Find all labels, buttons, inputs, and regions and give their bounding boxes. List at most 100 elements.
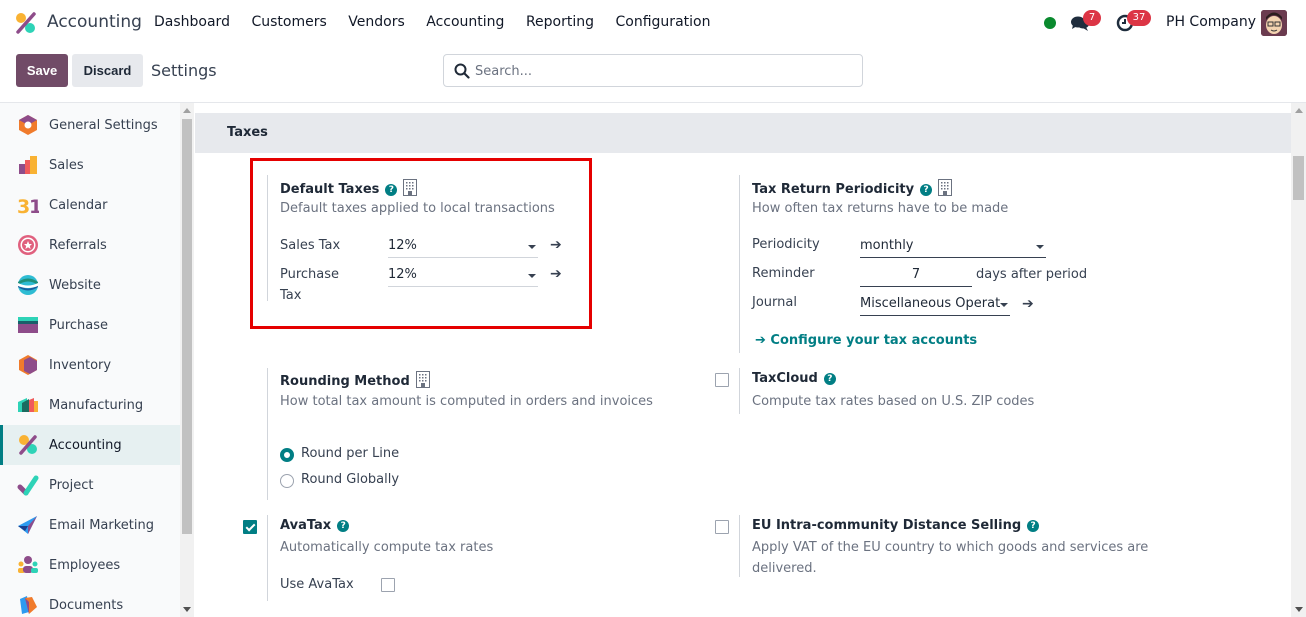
sidebar-item-calendar[interactable]: 31 Calendar [0,185,180,225]
project-icon [17,475,39,496]
sidebar-item-purchase[interactable]: Purchase [0,305,180,345]
sidebar-scrollbar[interactable] [180,103,194,617]
company-switcher[interactable]: PH Company [1166,14,1256,30]
avatax-title-text: AvaTax [280,518,332,533]
chevron-down-icon [528,274,536,278]
eu-distance-selling-checkbox[interactable] [715,520,729,534]
menu-vendors[interactable]: Vendors [348,14,404,30]
section-header-taxes: Taxes [195,113,1291,153]
journal-label: Journal [752,295,797,310]
help-icon[interactable]: ? [385,184,398,196]
chevron-down-icon [528,245,536,249]
sidebar-item-accounting[interactable]: Accounting [0,425,180,465]
sales-tax-value: 12% [388,238,417,253]
sidebar-item-sales[interactable]: Sales [0,145,180,185]
sidebar-item-label: Sales [49,157,84,173]
sidebar-scroll-thumb[interactable] [182,119,192,534]
help-icon[interactable]: ? [1027,520,1040,532]
scroll-down-icon[interactable] [183,607,191,612]
sidebar-item-employees[interactable]: Employees [0,545,180,585]
reminder-days-input[interactable]: 7 [860,263,972,287]
setting-divider [267,515,268,601]
scroll-down-icon[interactable] [1295,607,1303,612]
main-scrollbar[interactable] [1291,103,1306,617]
setting-taxcloud: TaxCloud? Compute tax rates based on U.S… [739,368,1139,420]
journal-select[interactable]: Miscellaneous Operat [860,292,1010,316]
menu-customers[interactable]: Customers [251,14,326,30]
sidebar-item-general-settings[interactable]: General Settings [0,105,180,145]
setting-divider [739,515,740,577]
purchase-tax-external-link-arrow-icon[interactable]: ➔ [550,266,562,282]
arrow-right-icon: ➔ [755,333,771,348]
svg-text:1: 1 [29,196,39,216]
rounding-method-title: Rounding Method [280,371,430,389]
menu-configuration[interactable]: Configuration [616,14,711,30]
search-input[interactable] [475,61,845,81]
sales-tax-external-link-arrow-icon[interactable]: ➔ [550,237,562,253]
tax-return-title-text: Tax Return Periodicity [752,182,915,197]
scroll-up-icon[interactable] [183,108,191,113]
avatax-title: AvaTax? [280,518,350,533]
menu-reporting[interactable]: Reporting [526,14,594,30]
menu-accounting[interactable]: Accounting [426,14,504,30]
main-menu: Dashboard Customers Vendors Accounting R… [154,14,732,30]
sidebar-item-label: Calendar [49,197,108,213]
radio-round-globally[interactable] [280,474,294,488]
taxcloud-checkbox[interactable] [715,373,729,387]
sidebar-item-referrals[interactable]: Referrals [0,225,180,265]
periodicity-value: monthly [860,238,914,253]
round-globally-label[interactable]: Round Globally [301,472,399,487]
menu-dashboard[interactable]: Dashboard [154,14,230,30]
search-icon [454,63,470,79]
reminder-suffix: days after period [976,267,1088,282]
discard-button[interactable]: Discard [72,54,143,87]
accounting-icon [19,435,37,455]
company-building-icon [938,179,953,196]
default-taxes-title: Default Taxes? [280,179,418,197]
taxcloud-title: TaxCloud? [752,371,836,386]
setting-avatax: AvaTax? Automatically compute tax rates … [267,515,667,605]
sidebar-item-label: Accounting [49,437,122,453]
sidebar-item-label: Employees [49,557,121,573]
sidebar-item-documents[interactable]: Documents [0,585,180,617]
configure-tax-accounts-link[interactable]: ➔ Configure your tax accounts [755,333,977,348]
radio-round-per-line[interactable] [280,448,294,462]
page-title: Settings [151,61,217,80]
inventory-icon [19,355,37,375]
sidebar-item-label: Email Marketing [49,517,154,533]
setting-divider [267,175,268,301]
round-per-line-label[interactable]: Round per Line [301,446,399,461]
settings-content: Taxes Default Taxes? Default taxes appli… [195,103,1291,617]
sidebar-item-project[interactable]: Project [0,465,180,505]
sales-tax-select[interactable]: 12% [388,234,538,258]
purchase-tax-value: 12% [388,267,417,282]
sidebar-item-email-marketing[interactable]: Email Marketing [0,505,180,545]
company-building-icon [415,371,430,388]
help-icon[interactable]: ? [823,373,836,385]
employees-icon [18,556,38,573]
help-icon[interactable]: ? [337,520,350,532]
sidebar-item-label: Manufacturing [49,397,144,413]
save-button[interactable]: Save [16,54,68,87]
periodicity-select[interactable]: monthly [860,234,1046,258]
sidebar-item-website[interactable]: Website [0,265,180,305]
taxcloud-title-text: TaxCloud [752,371,818,386]
user-avatar[interactable] [1261,10,1287,36]
general-settings-icon [19,115,37,135]
chevron-down-icon [1000,303,1008,307]
search-box[interactable] [443,54,863,87]
purchase-tax-select[interactable]: 12% [388,263,538,287]
setting-rounding-method: Rounding Method How total tax amount is … [267,368,667,500]
rounding-method-title-text: Rounding Method [280,374,410,389]
sidebar-item-manufacturing[interactable]: Manufacturing [0,385,180,425]
avatax-checkbox[interactable] [243,520,257,534]
sidebar-item-inventory[interactable]: Inventory [0,345,180,385]
scroll-up-icon[interactable] [1295,108,1303,113]
help-icon[interactable]: ? [920,184,933,196]
use-avatax-checkbox[interactable] [381,578,395,592]
app-name[interactable]: Accounting [47,12,142,32]
accounting-app-icon[interactable] [15,12,37,34]
journal-external-link-arrow-icon[interactable]: ➔ [1022,296,1034,312]
main-scroll-thumb[interactable] [1293,156,1304,200]
status-indicator [1044,17,1056,29]
